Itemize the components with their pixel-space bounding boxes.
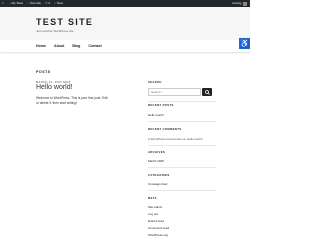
plus-icon: +: [54, 1, 56, 5]
meta-link[interactable]: Log out: [148, 212, 158, 216]
site-title[interactable]: TEST SITE: [36, 17, 93, 27]
recent-post-link[interactable]: Hello world!: [148, 113, 164, 117]
search-icon: [204, 89, 210, 95]
admin-bar-site-name[interactable]: ⌂ Test site: [25, 0, 43, 7]
widget-title-categories: CATEGORIES: [148, 174, 170, 177]
admin-bar-my-sites-label: My Sites: [11, 1, 24, 5]
admin-bar-site-label: Test site: [29, 1, 41, 5]
meta-link[interactable]: Comments feed: [148, 226, 169, 230]
post-title[interactable]: Hello world!: [36, 84, 73, 91]
meta-link[interactable]: Site Admin: [148, 205, 162, 209]
comment-icon: ✉: [44, 1, 48, 5]
widget-title-recent-comments: RECENT COMMENTS: [148, 128, 182, 131]
admin-bar-new-label: New: [56, 1, 63, 5]
divider: [148, 121, 216, 122]
admin-bar-comments-count: 0: [48, 1, 51, 5]
meta-link[interactable]: WordPress.org: [148, 233, 168, 237]
main-navigation: Home About Blog Contact: [0, 40, 250, 53]
page-title: POSTS: [36, 70, 51, 74]
admin-bar-account[interactable]: Howdy,: [232, 0, 250, 7]
accessibility-icon: ♿: [239, 38, 250, 48]
widget-title-recent-posts: RECENT POSTS: [148, 104, 174, 107]
divider: [148, 145, 216, 146]
recent-comment-link[interactable]: A WordPress Commenter on Hello world!: [148, 137, 203, 141]
site-header: TEST SITE Just another WordPress site: [0, 7, 250, 40]
widget-title-search: SEARCH: [148, 81, 162, 84]
admin-bar-new[interactable]: + New: [52, 0, 65, 7]
nav-item-blog[interactable]: Blog: [72, 40, 80, 52]
avatar: [243, 1, 247, 6]
wordpress-logo-icon[interactable]: ●: [0, 0, 7, 7]
category-link[interactable]: Uncategorized: [148, 182, 167, 186]
admin-bar: ● ⌂ My Sites ⌂ Test site ✉ 0 + New Howdy…: [0, 0, 250, 7]
admin-bar-my-sites[interactable]: ⌂ My Sites: [7, 0, 25, 7]
admin-bar-howdy: Howdy,: [232, 1, 242, 5]
nav-item-about[interactable]: About: [54, 40, 64, 52]
widget-title-meta: META: [148, 197, 158, 200]
search-input[interactable]: [148, 88, 201, 96]
archive-link[interactable]: March 2025: [148, 159, 164, 163]
nav-item-contact[interactable]: Contact: [88, 40, 101, 52]
home-icon: ⌂: [27, 1, 29, 5]
accessibility-button[interactable]: ♿: [239, 38, 250, 49]
post-content: Welcome to WordPress. This is your first…: [36, 96, 108, 105]
sites-icon: ⌂: [8, 1, 11, 5]
meta-link[interactable]: Entries feed: [148, 219, 164, 223]
widget-title-archives: ARCHIVES: [148, 151, 166, 154]
admin-bar-comments[interactable]: ✉ 0: [43, 0, 52, 7]
divider: [148, 167, 216, 168]
divider: [148, 190, 216, 191]
nav-item-home[interactable]: Home: [36, 40, 46, 52]
divider: [148, 101, 216, 102]
site-tagline: Just another WordPress site: [36, 29, 74, 33]
search-button[interactable]: [202, 88, 212, 96]
